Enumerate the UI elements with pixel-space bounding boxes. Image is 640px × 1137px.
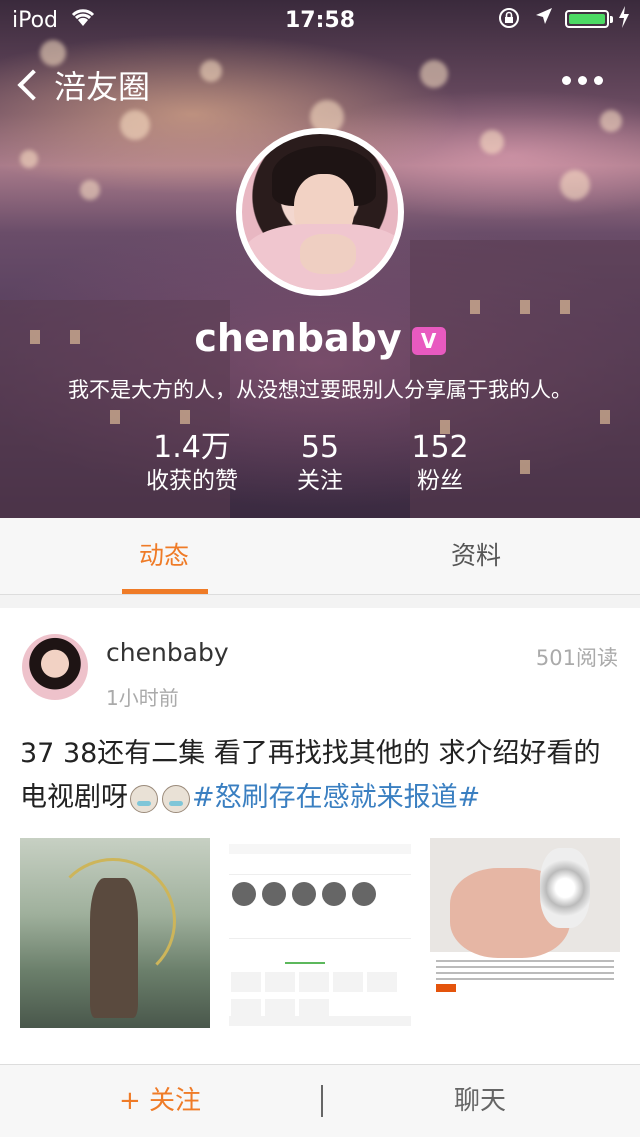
charging-bolt-icon <box>618 6 630 33</box>
stat-followers[interactable]: 152 粉丝 <box>360 430 520 496</box>
post-image-3[interactable] <box>430 838 620 1028</box>
profile-bio: 我不是大方的人，从没想过要跟别人分享属于我的人。 <box>68 378 572 402</box>
rotation-lock-icon <box>498 7 520 34</box>
post-card[interactable]: chenbaby 1小时前 501阅读 37 38还有二集 看了再找找其他的 求… <box>0 608 640 1064</box>
tab-feed[interactable]: 动态 <box>4 518 324 594</box>
username-text: chenbaby <box>194 316 402 360</box>
post-avatar[interactable] <box>22 634 88 700</box>
post-hashtag[interactable]: #怒刷存在感就来报道# <box>192 782 480 813</box>
more-dot-icon <box>578 76 587 85</box>
more-options-button[interactable] <box>562 76 603 85</box>
profile-username: chenbaby V <box>0 316 640 360</box>
post-timestamp: 1小时前 <box>106 686 179 710</box>
chat-button[interactable]: 聊天 <box>320 1065 640 1137</box>
stat-value: 152 <box>411 430 469 465</box>
post-content: 37 38还有二集 看了再找找其他的 求介绍好看的电视剧呀 #怒刷存在感就来报道# <box>20 732 620 820</box>
stat-label: 粉丝 <box>417 468 463 494</box>
emoji-icon <box>162 784 190 813</box>
chevron-left-icon <box>17 69 49 101</box>
post-image-2[interactable] <box>225 838 415 1028</box>
more-dot-icon <box>562 76 571 85</box>
location-arrow-icon <box>534 6 554 31</box>
status-bar: iPod 17:58 <box>0 0 640 40</box>
back-label: 涪友圈 <box>54 68 151 106</box>
profile-tabs: 动态 资料 <box>0 518 640 595</box>
back-button[interactable]: 涪友圈 <box>14 62 150 108</box>
post-username[interactable]: chenbaby <box>106 638 229 667</box>
bottom-action-bar: + 关注 聊天 <box>0 1064 640 1137</box>
follow-button[interactable]: + 关注 <box>0 1065 320 1137</box>
tab-info[interactable]: 资料 <box>316 518 636 594</box>
post-read-count: 501阅读 <box>535 646 618 670</box>
battery-icon <box>565 10 613 28</box>
verified-v-badge-icon: V <box>411 326 446 355</box>
emoji-icon <box>130 784 158 813</box>
post-image-1[interactable] <box>20 838 210 1028</box>
profile-avatar[interactable] <box>236 128 404 296</box>
more-dot-icon <box>594 76 603 85</box>
active-tab-indicator <box>122 589 208 594</box>
